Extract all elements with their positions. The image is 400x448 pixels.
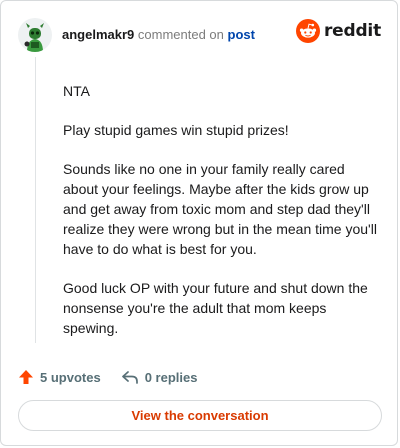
comment-attribution: angelmakr9 commented on post (62, 27, 255, 43)
thread-line (35, 57, 36, 343)
reply-arrow-icon (121, 371, 138, 384)
reddit-snoo-icon (295, 19, 320, 43)
comment-paragraph: Good luck OP with your future and shut d… (63, 280, 368, 336)
action-text: commented on (137, 27, 224, 42)
post-link[interactable]: post (228, 27, 255, 42)
upvote-arrow-icon (19, 370, 33, 384)
upvotes-label: 5 upvotes (40, 369, 101, 385)
comment-footer: 5 upvotes 0 replies (18, 367, 197, 387)
upvotes[interactable]: 5 upvotes (18, 369, 101, 385)
replies[interactable]: 0 replies (121, 369, 198, 385)
replies-label: 0 replies (144, 369, 198, 385)
comment-body: NTA Play stupid games win stupid prizes!… (63, 81, 381, 357)
comment-paragraph: NTA (63, 83, 90, 99)
reddit-wordmark: reddit (323, 21, 381, 41)
comment-header: angelmakr9 commented on post reddit (18, 17, 381, 53)
username-link[interactable]: angelmakr9 (62, 27, 134, 42)
comment-embed-card: angelmakr9 commented on post reddit NTA … (0, 0, 398, 446)
comment-paragraph: Play stupid games win stupid prizes! (63, 122, 289, 138)
comment-paragraph: Sounds like no one in your family really… (63, 161, 377, 257)
snoo-avatar-icon[interactable] (18, 18, 52, 52)
view-conversation-button[interactable]: View the conversation (18, 400, 382, 431)
reddit-logo[interactable]: reddit (295, 19, 381, 43)
